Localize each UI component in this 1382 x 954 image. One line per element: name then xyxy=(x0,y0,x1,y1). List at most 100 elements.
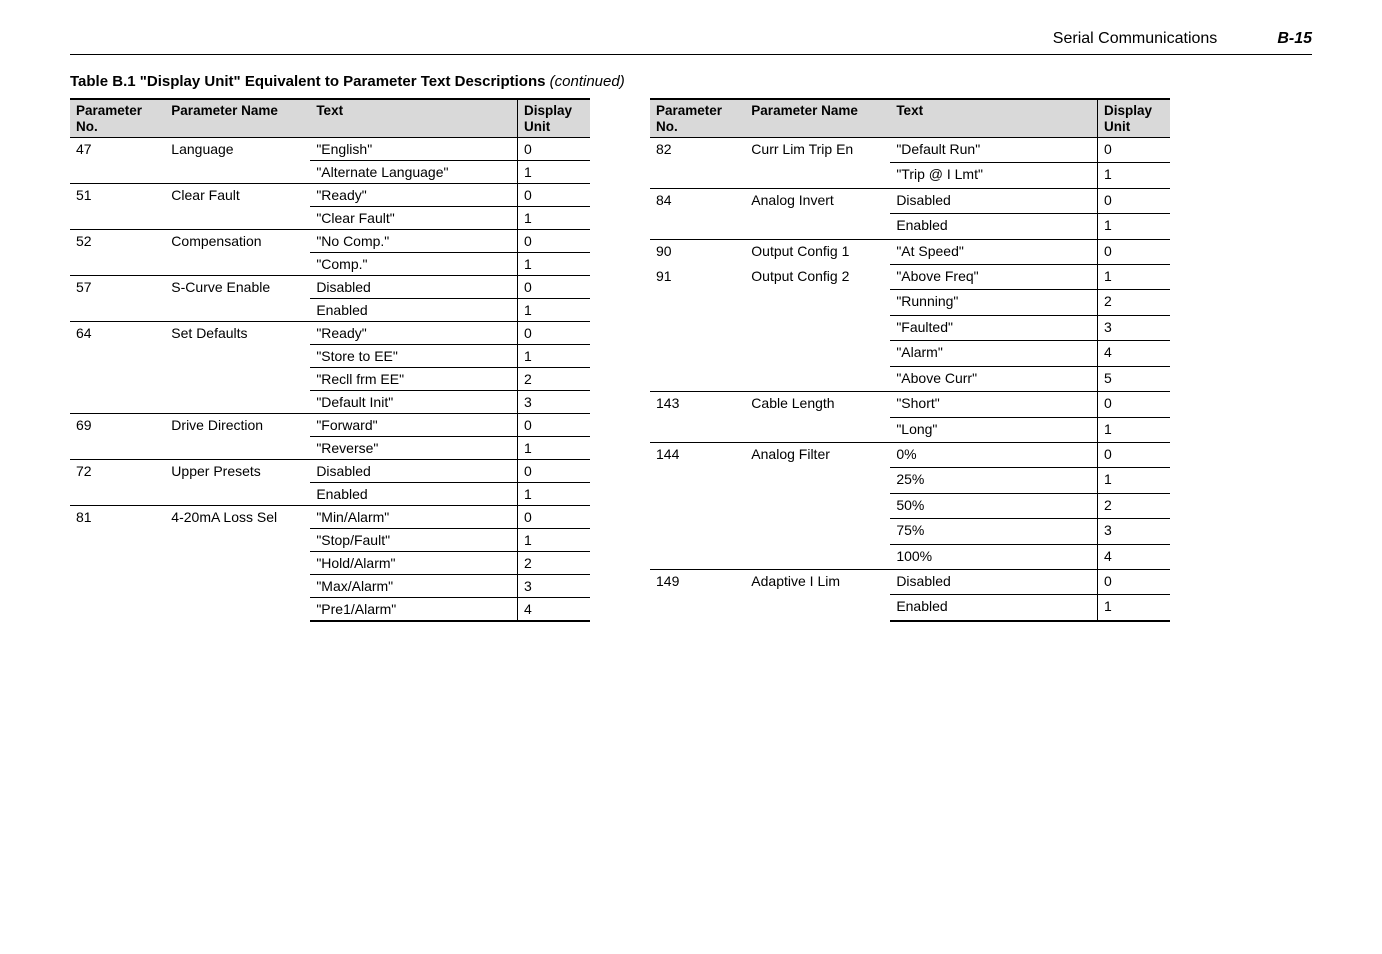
param-text: "Long" xyxy=(890,417,1097,442)
param-text: "Alarm" xyxy=(890,341,1097,366)
col-header-unit: Display Unit xyxy=(517,99,590,138)
page-number: B-15 xyxy=(1277,30,1312,48)
table-row: 72Upper PresetsDisabled0 xyxy=(70,460,590,483)
parameter-table-left: Parameter No. Parameter Name Text Displa… xyxy=(70,98,590,622)
param-text: "Pre1/Alarm" xyxy=(310,598,517,622)
table-row: 144Analog Filter0%0 xyxy=(650,442,1170,467)
param-display-unit: 4 xyxy=(517,598,590,622)
param-display-unit: 3 xyxy=(1097,315,1170,340)
param-display-unit: 0 xyxy=(517,506,590,529)
param-text: 100% xyxy=(890,544,1097,569)
param-display-unit: 1 xyxy=(517,483,590,506)
col-header-name: Parameter Name xyxy=(745,99,890,138)
param-display-unit: 1 xyxy=(1097,417,1170,442)
param-text: Enabled xyxy=(890,214,1097,239)
param-name: Adaptive I Lim xyxy=(745,569,890,621)
table-header-row: Parameter No. Parameter Name Text Displa… xyxy=(70,99,590,138)
param-text: "Store to EE" xyxy=(310,345,517,368)
param-text: Disabled xyxy=(890,569,1097,594)
param-text: "Min/Alarm" xyxy=(310,506,517,529)
param-text: "Comp." xyxy=(310,253,517,276)
param-text: "Short" xyxy=(890,392,1097,417)
param-no: 64 xyxy=(70,322,165,414)
param-name: Analog Invert xyxy=(745,188,890,239)
param-display-unit: 1 xyxy=(1097,265,1170,290)
param-display-unit: 1 xyxy=(517,345,590,368)
param-text: "At Speed" xyxy=(890,239,1097,264)
param-display-unit: 1 xyxy=(517,207,590,230)
param-no: 143 xyxy=(650,392,745,443)
param-name: 4-20mA Loss Sel xyxy=(165,506,310,622)
param-no: 149 xyxy=(650,569,745,621)
param-name: Output Config 1 xyxy=(745,239,890,264)
param-text: "Ready" xyxy=(310,184,517,207)
param-display-unit: 0 xyxy=(1097,188,1170,213)
param-name: Clear Fault xyxy=(165,184,310,230)
col-header-unit: Display Unit xyxy=(1097,99,1170,138)
param-text: Enabled xyxy=(890,595,1097,621)
param-display-unit: 1 xyxy=(517,161,590,184)
param-no: 91 xyxy=(650,265,745,392)
param-text: 75% xyxy=(890,519,1097,544)
param-display-unit: 0 xyxy=(1097,239,1170,264)
param-no: 69 xyxy=(70,414,165,460)
caption-prefix: Table B.1 xyxy=(70,73,136,90)
param-display-unit: 1 xyxy=(517,437,590,460)
table-row: 90Output Config 1"At Speed"0 xyxy=(650,239,1170,264)
param-text: Enabled xyxy=(310,299,517,322)
table-caption: Table B.1 "Display Unit" Equivalent to P… xyxy=(70,73,1312,90)
param-name: Upper Presets xyxy=(165,460,310,506)
param-text: "English" xyxy=(310,138,517,161)
param-name: Analog Filter xyxy=(745,442,890,569)
param-display-unit: 0 xyxy=(517,460,590,483)
param-text: "Default Init" xyxy=(310,391,517,414)
param-display-unit: 1 xyxy=(1097,595,1170,621)
table-row: 69Drive Direction"Forward"0 xyxy=(70,414,590,437)
param-display-unit: 4 xyxy=(1097,544,1170,569)
param-text: "Default Run" xyxy=(890,138,1097,163)
param-no: 51 xyxy=(70,184,165,230)
param-display-unit: 3 xyxy=(517,575,590,598)
param-display-unit: 3 xyxy=(517,391,590,414)
table-row: 84Analog InvertDisabled0 xyxy=(650,188,1170,213)
table-columns-container: Parameter No. Parameter Name Text Displa… xyxy=(70,98,1312,622)
param-text: 50% xyxy=(890,493,1097,518)
param-display-unit: 5 xyxy=(1097,366,1170,391)
param-text: "Ready" xyxy=(310,322,517,345)
page-header: Serial Communications B-15 xyxy=(70,30,1312,48)
param-name: S-Curve Enable xyxy=(165,276,310,322)
param-text: "Above Curr" xyxy=(890,366,1097,391)
table-row: 64Set Defaults"Ready"0 xyxy=(70,322,590,345)
param-display-unit: 2 xyxy=(517,368,590,391)
param-text: Disabled xyxy=(890,188,1097,213)
col-header-text: Text xyxy=(310,99,517,138)
param-display-unit: 1 xyxy=(517,299,590,322)
table-header-row: Parameter No. Parameter Name Text Displa… xyxy=(650,99,1170,138)
param-text: 0% xyxy=(890,442,1097,467)
param-display-unit: 1 xyxy=(1097,468,1170,493)
param-display-unit: 0 xyxy=(517,414,590,437)
param-text: "Hold/Alarm" xyxy=(310,552,517,575)
param-display-unit: 0 xyxy=(517,322,590,345)
param-text: "Faulted" xyxy=(890,315,1097,340)
col-header-no: Parameter No. xyxy=(70,99,165,138)
param-text: "No Comp." xyxy=(310,230,517,253)
param-name: Output Config 2 xyxy=(745,265,890,392)
table-row: 52Compensation"No Comp."0 xyxy=(70,230,590,253)
param-text: "Forward" xyxy=(310,414,517,437)
param-display-unit: 0 xyxy=(1097,442,1170,467)
param-display-unit: 1 xyxy=(517,253,590,276)
param-no: 72 xyxy=(70,460,165,506)
param-display-unit: 1 xyxy=(1097,163,1170,188)
param-name: Compensation xyxy=(165,230,310,276)
section-title: Serial Communications xyxy=(1053,30,1218,48)
param-name: Drive Direction xyxy=(165,414,310,460)
param-display-unit: 1 xyxy=(517,529,590,552)
param-text: "Max/Alarm" xyxy=(310,575,517,598)
caption-title: "Display Unit" Equivalent to Parameter T… xyxy=(140,73,546,90)
col-header-text: Text xyxy=(890,99,1097,138)
param-display-unit: 0 xyxy=(517,230,590,253)
param-display-unit: 0 xyxy=(517,184,590,207)
table-row: 814-20mA Loss Sel"Min/Alarm"0 xyxy=(70,506,590,529)
param-display-unit: 3 xyxy=(1097,519,1170,544)
